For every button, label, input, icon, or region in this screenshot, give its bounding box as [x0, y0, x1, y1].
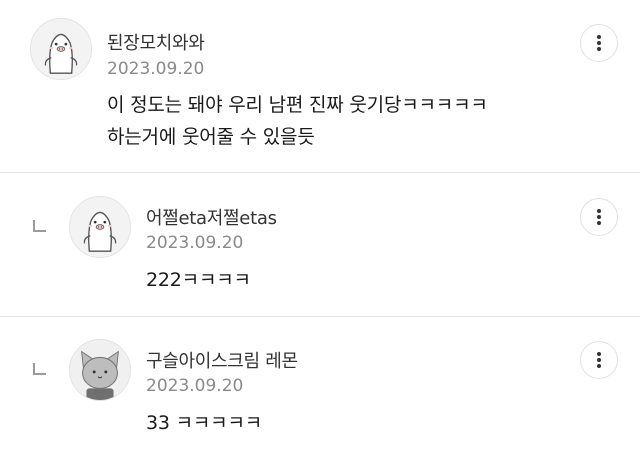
penguin-avatar-icon[interactable] [30, 18, 92, 80]
cat-avatar-icon[interactable] [69, 339, 131, 401]
more-vertical-icon [597, 209, 601, 225]
comment-item: 된장모치와와 2023.09.20 이 정도는 돼야 우리 남편 진짜 웃기당ㅋ… [0, 0, 640, 172]
comment-text-line: 이 정도는 돼야 우리 남편 진짜 웃기당ㅋㅋㅋㅋㅋ [107, 94, 488, 116]
more-options-button[interactable] [580, 24, 618, 62]
reply-arrow-icon [33, 220, 46, 232]
more-options-button[interactable] [580, 198, 618, 236]
comment-date: 2023.09.20 [146, 233, 244, 253]
comment-text-line: 33 ㅋㅋㅋㅋㅋ [146, 412, 263, 434]
penguin-avatar-icon[interactable] [69, 196, 131, 258]
comment-text-line: 222ㅋㅋㅋㅋ [146, 269, 251, 291]
comment-author-name[interactable]: 어쩔eta저쩔etas [146, 204, 277, 230]
more-vertical-icon [597, 352, 601, 368]
reply-arrow-icon [33, 363, 46, 375]
comment-date: 2023.09.20 [146, 376, 244, 396]
more-options-button[interactable] [580, 341, 618, 379]
comment-author-name[interactable]: 된장모치와와 [107, 29, 205, 55]
reply-comment-item: 어쩔eta저쩔etas 2023.09.20 222ㅋㅋㅋㅋ [0, 173, 640, 316]
comment-text-line: 하는거에 웃어줄 수 있을듯 [107, 126, 315, 148]
comment-author-name[interactable]: 구슬아이스크림 레몬 [146, 347, 298, 373]
more-vertical-icon [597, 35, 601, 51]
comment-date: 2023.09.20 [107, 59, 205, 79]
reply-comment-item: 구슬아이스크림 레몬 2023.09.20 33 ㅋㅋㅋㅋㅋ [0, 317, 640, 451]
